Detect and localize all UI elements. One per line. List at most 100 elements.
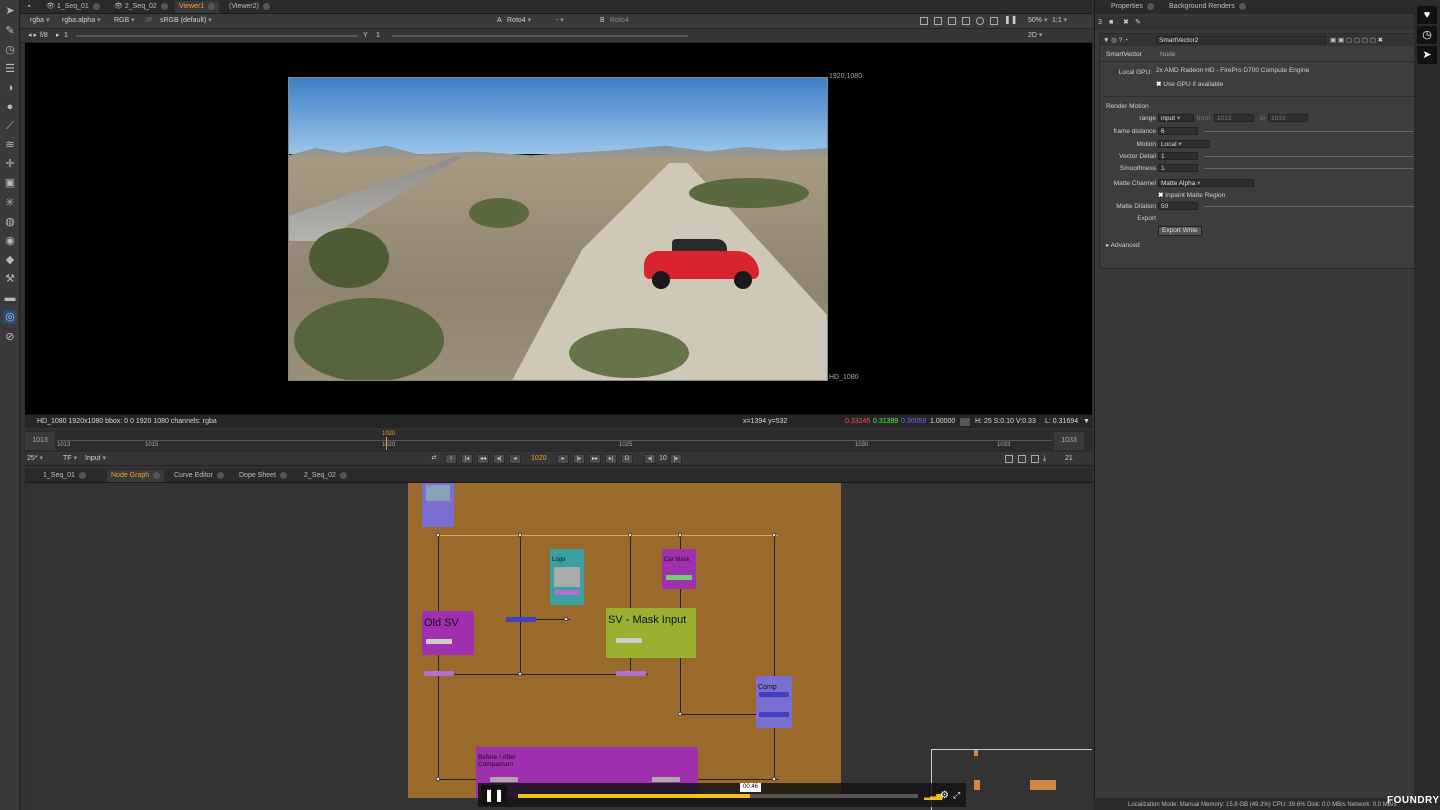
matte-dilation-slider[interactable] [1204,206,1414,207]
tab-background-renders[interactable]: Background Renders [1165,1,1250,13]
safe-area-icon[interactable] [962,17,970,25]
next-key-icon[interactable]: ▸| [605,454,617,464]
close-icon[interactable] [339,471,347,479]
vector-node[interactable] [506,617,536,622]
max-panels-field[interactable]: 3 [1098,18,1102,28]
smartvector-node[interactable] [616,638,642,643]
dot-node[interactable] [628,533,632,537]
dot-node[interactable] [772,777,776,781]
tab-seq-01-graph[interactable]: 1_Seq_01 [39,470,90,482]
roto-node[interactable] [666,575,692,580]
close-icon[interactable] [153,471,161,479]
backdrop-node[interactable]: Logo Car Mask Old SV SV - Mask Input Com… [408,483,841,798]
display-dropdown[interactable]: RGB [114,16,135,26]
gain-slider[interactable] [76,35,358,37]
tab-node-graph[interactable]: Node Graph [107,470,165,482]
dot-node[interactable] [678,533,682,537]
close-icon[interactable] [160,2,168,10]
filter-icon[interactable]: ▬ [3,291,17,305]
node[interactable] [554,590,580,595]
tab-viewer2[interactable]: (Viewer2) [225,1,274,13]
in-out-icon[interactable] [1005,455,1013,463]
collapse-icon[interactable]: ▼ ◎ ? ◔ [1103,36,1128,44]
play-back-icon[interactable]: ◂ [509,454,521,464]
zoom-dropdown[interactable]: 50% [1028,16,1047,26]
fps-dropdown[interactable]: 25* [27,454,43,464]
gear-icon[interactable]: ⚙ [940,790,949,801]
other-icon[interactable]: ⊘ [3,330,17,344]
play-forward-icon[interactable]: ▸ [557,454,569,464]
pause-viewer-icon[interactable]: ❚❚ [1004,16,1017,24]
dot-node[interactable] [436,777,440,781]
dot-node[interactable] [678,712,682,716]
tab-seq-01[interactable]: 👁 1_Seq_01 [42,1,104,13]
close-icon[interactable] [1146,2,1154,10]
range-dropdown[interactable]: input [1158,114,1194,122]
frame-distance-field[interactable]: 6 [1158,127,1198,135]
play-icon[interactable]: ◂ ▸ [28,31,37,41]
checker-icon[interactable] [948,17,956,25]
tab-smartvector[interactable]: SmartVector [1106,51,1142,58]
logo-backdrop[interactable]: Logo [550,549,584,605]
vector-detail-field[interactable]: 1 [1158,152,1198,160]
keyer-icon[interactable]: ◆ [3,253,17,267]
tab-curve-editor[interactable]: Curve Editor [170,470,228,482]
cache-icon[interactable] [1018,455,1026,463]
skip-back-icon[interactable]: ◂◂ [477,454,489,464]
matte-dilation-field[interactable]: 50 [1158,202,1198,210]
guides-icon[interactable] [934,17,942,25]
dot-node[interactable] [518,672,522,676]
alpha-dropdown[interactable]: rgba.alpha [62,16,101,26]
frame-distance-slider[interactable] [1204,131,1422,132]
view-icon[interactable]: ◉ [3,234,17,248]
particle-icon[interactable]: ✳ [3,196,17,210]
close-icon[interactable] [279,471,287,479]
sv-mask-input-backdrop[interactable]: SV - Mask Input [606,608,696,658]
refresh-icon[interactable] [976,17,984,25]
input-a-dropdown[interactable]: Roto4 [507,16,531,26]
smartvector-node[interactable] [426,639,452,644]
end-frame[interactable]: 21 [1065,454,1073,464]
vector-detail-slider[interactable] [1204,156,1414,157]
to-field[interactable]: 1033 [1268,114,1308,122]
step-back-icon[interactable]: ◂| [493,454,505,464]
sphere-icon[interactable]: ● [3,100,17,114]
node-name-field[interactable]: SmartVector2 [1156,36,1326,44]
tab-seq-02[interactable]: 👁 2_Seq_02 [110,1,172,13]
motion-dropdown[interactable]: Local [1158,140,1210,148]
stack-icon[interactable]: ≋ [3,138,17,152]
merge-node[interactable] [759,712,789,717]
3d-icon[interactable]: ▣ [3,176,17,190]
draw-icon[interactable]: ⟋ [3,119,17,133]
node[interactable] [490,777,518,782]
step-forward-icon[interactable]: |▸ [573,454,585,464]
gamma-value[interactable]: 1 [376,31,380,41]
panel-buttons-icon[interactable]: ▣ ▣ ▢ ▢ ▢ ▢ ✖ [1330,36,1383,44]
close-icon[interactable] [216,471,224,479]
time-icon[interactable]: ◷ [3,43,17,57]
clock-icon[interactable]: ◷ [1417,26,1437,44]
pause-button[interactable]: ❚❚ [481,785,507,805]
video-progress-track[interactable]: 00:46 [518,783,918,798]
close-all-icon[interactable]: ✖ [1123,18,1129,28]
loop-icon[interactable]: ⇄ [428,454,440,464]
from-field[interactable]: 1013 [1214,114,1254,122]
skip-forward-icon[interactable]: ▸▸ [589,454,601,464]
smartvector-icon[interactable]: ◎ [3,310,17,324]
comp-backdrop[interactable]: Comp [756,676,792,728]
paint-icon[interactable]: ✎ [3,24,17,38]
close-icon[interactable] [262,2,270,10]
step-back-increment-icon[interactable]: ◂| [644,454,656,464]
smoothness-field[interactable]: 1 [1158,164,1198,172]
wipe-dropdown[interactable]: - [556,16,564,26]
gamma-slider[interactable] [392,35,688,37]
heart-icon[interactable]: ♥ [1417,6,1437,24]
smoothness-slider[interactable] [1204,168,1414,169]
gain-arrow-icon[interactable]: ▸ [56,31,60,41]
timeline-start[interactable]: 1013 [25,432,55,450]
matte-channel-dropdown[interactable]: Matte Alpha [1158,179,1254,187]
vectordistort-node[interactable] [424,671,454,676]
tab-seq-02-graph[interactable]: 2_Seq_02 [300,470,351,482]
lock-icon[interactable] [990,17,998,25]
roi-icon[interactable] [920,17,928,25]
